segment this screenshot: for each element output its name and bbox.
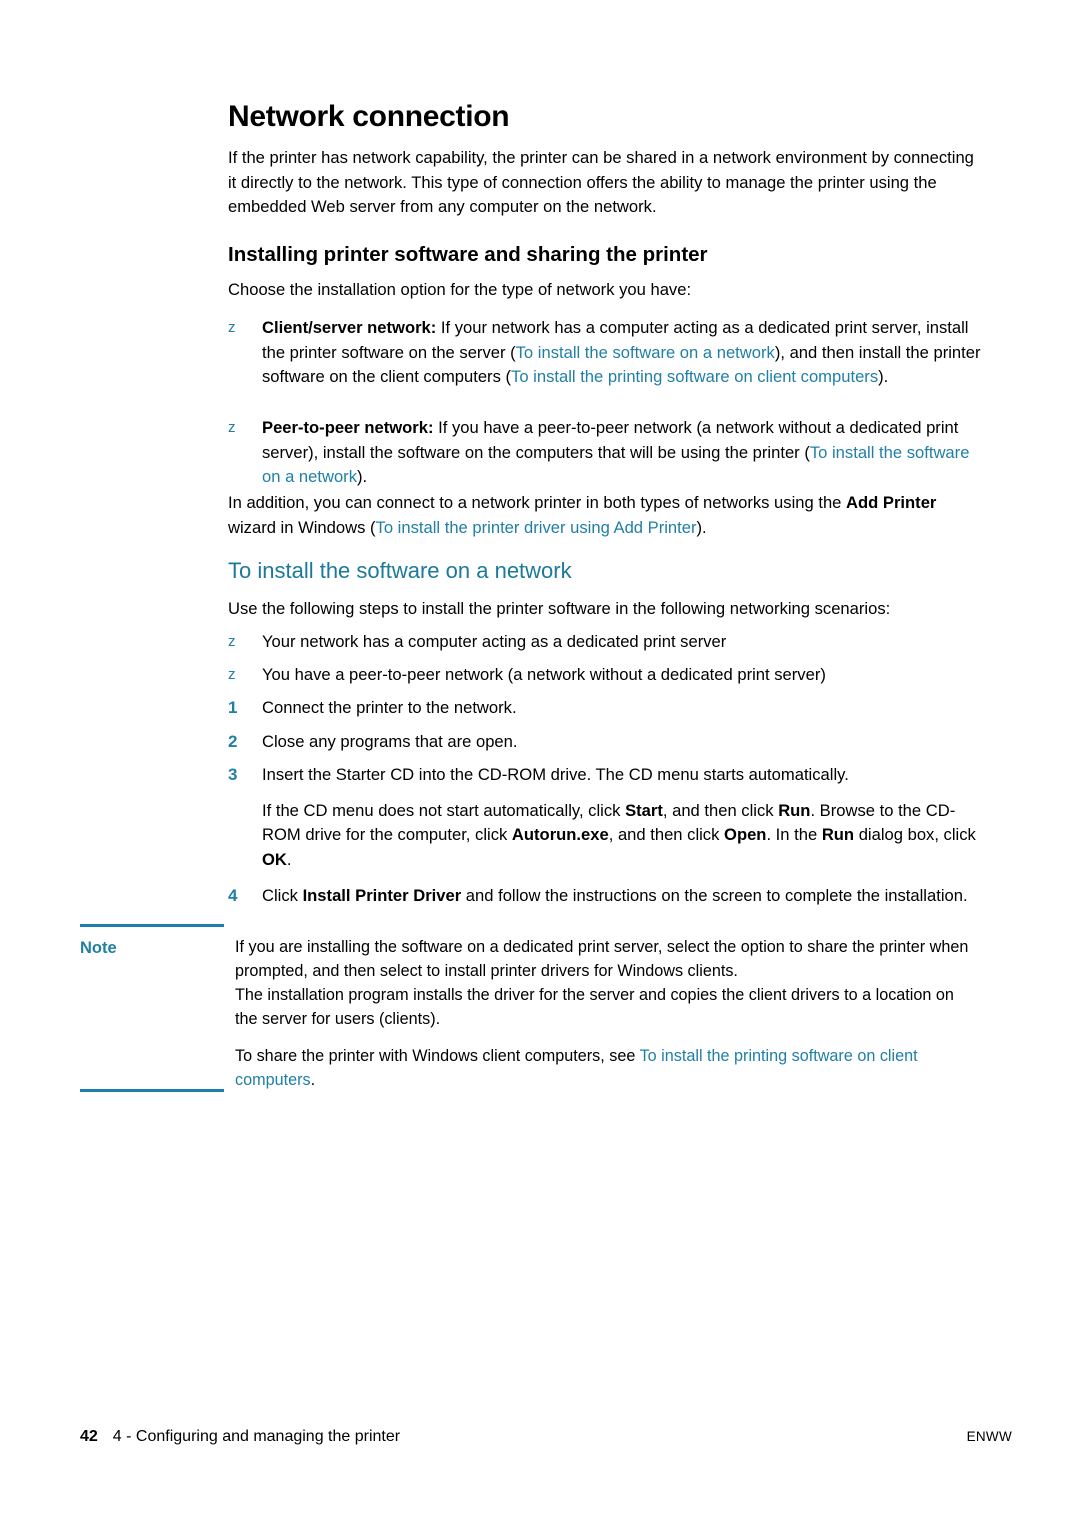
- run-text: dialog box, click: [854, 825, 976, 845]
- emphasis-text: Start: [625, 800, 663, 820]
- installing-heading-block: Installing printer software and sharing …: [228, 243, 986, 268]
- page-title: Network connection: [228, 100, 510, 133]
- step-continuation: If the CD menu does not start automatica…: [262, 799, 986, 873]
- scenario-text: Your network has a computer acting as a …: [262, 632, 727, 651]
- installing-lead: Choose the installation option for the t…: [228, 280, 692, 299]
- step-item: 4 Click Install Printer Driver and follo…: [228, 884, 986, 909]
- footer-chapter: 4 - Configuring and managing the printer: [112, 1428, 401, 1445]
- note-paragraph-1: If you are installing the software on a …: [235, 938, 969, 981]
- intro-paragraph: If the printer has network capability, t…: [228, 148, 974, 217]
- list-bullet-icon: z: [228, 419, 236, 436]
- addition-paragraph-block: In addition, you can connect to a networ…: [228, 491, 986, 540]
- run-text: , and then click: [608, 825, 725, 845]
- run-text: To share the printer with Windows client…: [235, 1047, 640, 1065]
- step-item: 1 Connect the printer to the network.: [228, 696, 986, 721]
- run-text: .: [286, 849, 292, 869]
- run-text: Connect the printer to the network.: [262, 698, 517, 717]
- run-text: Insert the Starter CD into the CD-ROM dr…: [262, 765, 849, 785]
- addition-paragraph: In addition, you can connect to a networ…: [228, 491, 986, 540]
- step-text: Close any programs that are open.: [262, 730, 986, 755]
- run-text: wizard in Windows (: [228, 517, 376, 537]
- cross-reference-link[interactable]: To install the printing software on clie…: [511, 367, 878, 386]
- emphasis-text: Open: [724, 825, 767, 845]
- step-number: 4: [228, 885, 238, 905]
- install-network-lead: Use the following steps to install the p…: [228, 599, 891, 618]
- install-network-lead-block: Use the following steps to install the p…: [228, 597, 986, 622]
- step-item: 3 Insert the Starter CD into the CD-ROM …: [228, 763, 986, 788]
- footer-locale: ENWW: [966, 1429, 1012, 1444]
- list-item: z You have a peer-to-peer network (a net…: [228, 663, 986, 688]
- step-text: Insert the Starter CD into the CD-ROM dr…: [262, 763, 986, 788]
- step-number: 2: [228, 731, 238, 751]
- note-top-rule: [80, 924, 224, 927]
- run-text: and follow the instructions on the scree…: [461, 885, 968, 905]
- list-bullet-icon: z: [228, 319, 236, 336]
- scenario-list: z Your network has a computer acting as …: [228, 630, 986, 687]
- emphasis-text: Autorun.exe: [511, 825, 609, 845]
- run-text: In addition, you can connect to a networ…: [228, 493, 847, 512]
- bullet-client-server-text: Client/server network: If your network h…: [262, 316, 986, 390]
- emphasis-text: Install Printer Driver: [302, 885, 462, 905]
- note-paragraph-3: To share the printer with Windows client…: [235, 1044, 975, 1092]
- install-network-heading-block: To install the software on a network: [228, 558, 986, 584]
- steps-list: 1 Connect the printer to the network. 2 …: [228, 696, 986, 908]
- page-title-block: Network connection: [228, 100, 986, 133]
- step-text: Connect the printer to the network.: [262, 696, 986, 721]
- run-text: Click: [262, 885, 303, 905]
- cross-reference-link[interactable]: To install the software on a network: [516, 343, 775, 362]
- page-footer: 42 4 - Configuring and managing the prin…: [80, 1428, 1012, 1446]
- step-number: 1: [228, 698, 238, 717]
- bullet-peer-to-peer-label: Peer-to-peer network:: [262, 418, 434, 437]
- installing-heading: Installing printer software and sharing …: [228, 243, 708, 266]
- intro-paragraph-block: If the printer has network capability, t…: [228, 146, 986, 220]
- emphasis-text: Run: [821, 825, 855, 845]
- run-text: ).: [878, 367, 889, 387]
- bullet-peer-to-peer: z Peer-to-peer network: If you have a pe…: [228, 416, 986, 490]
- run-text: ).: [696, 517, 707, 537]
- installing-lead-block: Choose the installation option for the t…: [228, 278, 986, 303]
- run-text: ).: [357, 467, 368, 487]
- cross-reference-link[interactable]: To install the printer driver using Add …: [376, 518, 697, 537]
- run-text: . In the: [766, 825, 822, 845]
- emphasis-text: OK: [262, 849, 287, 869]
- run-text: .: [310, 1071, 316, 1090]
- step-number: 3: [228, 765, 238, 785]
- emphasis-text: Run: [778, 800, 811, 820]
- run-text: Close any programs that are open.: [262, 731, 518, 751]
- bullet-client-server: z Client/server network: If your network…: [228, 316, 986, 390]
- list-item: z Your network has a computer acting as …: [228, 630, 986, 655]
- list-bullet-icon: z: [228, 633, 236, 650]
- document-page: Network connection If the printer has ne…: [0, 0, 1080, 1528]
- run-text: If the CD menu does not start automatica…: [262, 800, 626, 820]
- note-label: Note: [80, 939, 117, 957]
- footer-page-number: 42: [80, 1428, 98, 1445]
- run-text: , and then click: [662, 800, 779, 820]
- bullet-peer-to-peer-text: Peer-to-peer network: If you have a peer…: [262, 416, 986, 490]
- step-text: Click Install Printer Driver and follow …: [262, 884, 986, 909]
- list-bullet-icon: z: [228, 665, 236, 683]
- bullet-client-server-label: Client/server network:: [262, 318, 437, 337]
- note-bottom-rule: [80, 1089, 224, 1092]
- install-network-heading: To install the software on a network: [228, 558, 572, 583]
- emphasis-text: Add Printer: [846, 493, 937, 512]
- note-paragraph-2: The installation program installs the dr…: [235, 986, 954, 1029]
- step-item: 2 Close any programs that are open.: [228, 730, 986, 755]
- scenario-text: You have a peer-to-peer network (a netwo…: [262, 664, 826, 684]
